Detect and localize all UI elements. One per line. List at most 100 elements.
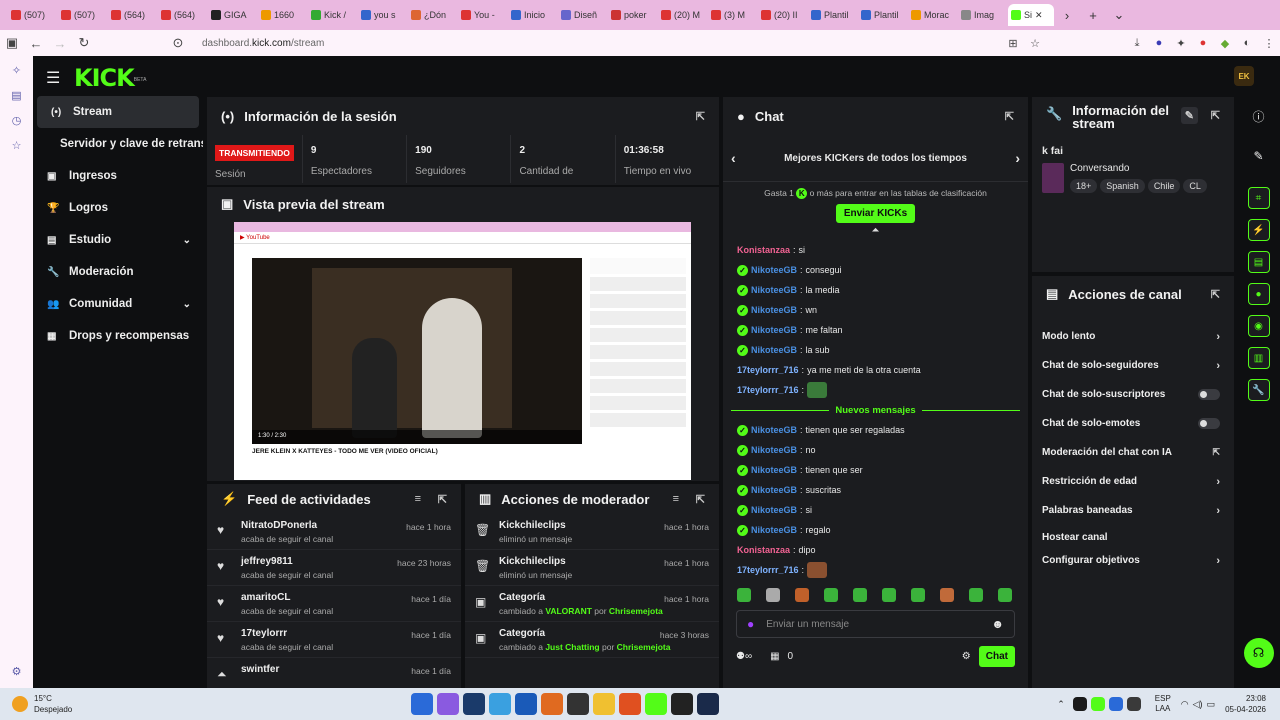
new-tab-icon[interactable]: + — [1080, 8, 1106, 23]
follower-name[interactable]: swintfer — [241, 664, 279, 675]
popout-icon[interactable]: ⇱ — [1005, 110, 1014, 123]
chat-send-button[interactable]: Chat — [978, 646, 1015, 667]
close-tab-icon[interactable]: ✕ — [1035, 10, 1043, 21]
browser-tab[interactable]: (20) II — [758, 4, 808, 26]
sidebar-item[interactable]: ▣ Ingresos — [33, 160, 203, 192]
browser-tab[interactable]: (20) M — [658, 4, 708, 26]
stream-preview-video[interactable]: ▶ YouTube 1:30 / 2:30 JERE KLEIN X KATTE… — [234, 222, 691, 480]
browser-tab[interactable]: Kick / — [308, 4, 358, 26]
reload-icon[interactable]: ↻ — [72, 35, 96, 51]
sidebar-item[interactable]: 🔧 Moderación — [33, 256, 203, 288]
chat-username[interactable]: NikoteeGB — [751, 325, 797, 335]
popout-icon[interactable]: ⇱ — [696, 110, 705, 123]
sidebar-toggle-icon[interactable]: ▣ — [0, 35, 24, 51]
kick-logo[interactable]: KICKBETA — [74, 64, 146, 92]
browser-tab[interactable]: Si ✕ — [1008, 4, 1054, 26]
steam-icon[interactable] — [696, 693, 719, 715]
chat-username[interactable]: Konistanzaa — [737, 245, 790, 255]
start-icon[interactable] — [410, 693, 433, 715]
favorites-icon[interactable]: ☆ — [12, 139, 22, 152]
sidebar-item[interactable]: Servidor y clave de retransm — [33, 128, 203, 160]
tray-steam-icon[interactable] — [1126, 697, 1141, 711]
tray-app-icon[interactable] — [1072, 697, 1087, 711]
user-avatar[interactable]: EK — [1234, 66, 1254, 86]
bookmark-star-icon[interactable]: ☆ — [1024, 37, 1046, 50]
wifi-icon[interactable]: ◠ — [1181, 699, 1189, 710]
ai-icon[interactable]: ✧ — [12, 64, 21, 77]
bolt-icon[interactable]: ⚡ — [1247, 219, 1270, 241]
chat-username[interactable]: NikoteeGB — [751, 305, 797, 315]
chevron-down-icon[interactable]: ⌄ — [183, 235, 191, 246]
language-indicator[interactable]: ESP LAA — [1155, 694, 1171, 714]
filter-icon[interactable]: ≡ — [673, 493, 679, 505]
clip-icon[interactable]: ⌗ — [1247, 187, 1270, 209]
channel-action-item[interactable]: Restricción de edad › — [1032, 467, 1234, 496]
forward-icon[interactable]: → — [48, 36, 72, 51]
popout-icon[interactable]: ⇱ — [696, 493, 705, 506]
browser-tab[interactable]: poker — [608, 4, 658, 26]
stream-tag[interactable]: 18+ — [1070, 179, 1098, 193]
emote-icon[interactable] — [998, 588, 1012, 602]
chat-username[interactable]: NikoteeGB — [751, 505, 797, 515]
adblock-icon[interactable]: ● — [1192, 37, 1214, 49]
channel-action-item[interactable]: Modo lento › — [1032, 322, 1234, 351]
pencil-icon[interactable]: ✎ — [1253, 149, 1263, 163]
mic-icon[interactable]: ● — [747, 617, 754, 631]
channel-action-item[interactable]: Moderación del chat con IA ⇱ — [1032, 438, 1234, 467]
tray-chevron-icon[interactable]: ⌃ — [1057, 699, 1065, 710]
settings-icon[interactable]: ⚙ — [12, 665, 22, 678]
broadcast-icon[interactable]: ◉ — [1247, 315, 1270, 337]
info-icon[interactable]: ⓘ — [1252, 108, 1264, 125]
stream-tag[interactable]: CL — [1183, 179, 1207, 193]
browser-tab[interactable]: Morac — [908, 4, 958, 26]
follower-name[interactable]: jeffrey9811 — [241, 556, 333, 567]
chat-username[interactable]: NikoteeGB — [751, 285, 797, 295]
puzzle-icon[interactable]: ✦ — [1170, 37, 1192, 50]
sidebar-item[interactable]: ▦ Drops y recompensas — [33, 320, 203, 352]
stream-tag[interactable]: Spanish — [1100, 179, 1145, 193]
reading-icon[interactable]: ▤ — [11, 89, 21, 102]
follower-name[interactable]: amaritoCL — [241, 592, 333, 603]
chat-username[interactable]: NikoteeGB — [751, 345, 797, 355]
wrench-icon[interactable]: 🔧 — [1247, 379, 1270, 401]
chat-username[interactable]: NikoteeGB — [751, 265, 797, 275]
chat-username[interactable]: 17teylorrr_716 — [737, 385, 799, 395]
browser-tab[interactable]: (564) — [158, 4, 208, 26]
sidebar-item[interactable]: 🏆 Logros — [33, 192, 203, 224]
emote-icon[interactable] — [766, 588, 780, 602]
follower-name[interactable]: NitratoDPonerla — [241, 520, 333, 531]
chat-username[interactable]: 17teylorrr_716 — [737, 565, 799, 575]
chat-input[interactable]: ● Enviar un mensaje ☻ — [736, 610, 1015, 638]
expand-icon[interactable]: ⏶ — [723, 225, 1028, 236]
browser-tab[interactable]: Imag — [958, 4, 1008, 26]
sidebar-item[interactable]: ▤ Estudio ⌄ — [33, 224, 203, 256]
chat-username[interactable]: NikoteeGB — [751, 465, 797, 475]
popout-icon[interactable]: ⇱ — [438, 493, 447, 506]
sidebar-item[interactable]: (•) Stream — [37, 96, 199, 128]
emote-icon[interactable] — [824, 588, 838, 602]
menu-icon[interactable]: ⋮ — [1258, 37, 1280, 50]
vpn-icon[interactable]: ◆ — [1214, 37, 1236, 50]
kick-app-icon[interactable] — [644, 693, 667, 715]
settings-icon[interactable]: ⚙ — [962, 651, 971, 662]
onedrive-icon[interactable] — [488, 693, 511, 715]
popout-icon[interactable]: ⇱ — [1211, 109, 1220, 122]
tab-list-icon[interactable]: ⌄ — [1106, 7, 1132, 23]
browser-tab[interactable]: Diseñ — [558, 4, 608, 26]
channel-action-item[interactable]: Chat de solo-emotes — [1032, 409, 1234, 438]
browser-tab[interactable]: ¿Dón — [408, 4, 458, 26]
emoji-icon[interactable]: ☻ — [991, 617, 1004, 631]
firefox-icon[interactable] — [618, 693, 641, 715]
users-icon[interactable]: ⚉∞ — [736, 651, 752, 662]
browser-tab[interactable]: Plantil — [858, 4, 908, 26]
chevron-right-icon[interactable]: › — [1015, 150, 1020, 166]
follower-name[interactable]: 17teylorrr — [241, 628, 333, 639]
battery-icon[interactable]: ▭ — [1207, 699, 1216, 710]
browser-tab[interactable]: You - — [458, 4, 508, 26]
chat-username[interactable]: NikoteeGB — [751, 445, 797, 455]
profile-icon[interactable]: ◐ — [1236, 37, 1258, 49]
browser-tab[interactable]: Plantil — [808, 4, 858, 26]
channel-action-item[interactable]: Palabras baneadas › — [1032, 496, 1234, 525]
popout-icon[interactable]: ⇱ — [1211, 288, 1220, 301]
browser-tab[interactable]: you s — [358, 4, 408, 26]
